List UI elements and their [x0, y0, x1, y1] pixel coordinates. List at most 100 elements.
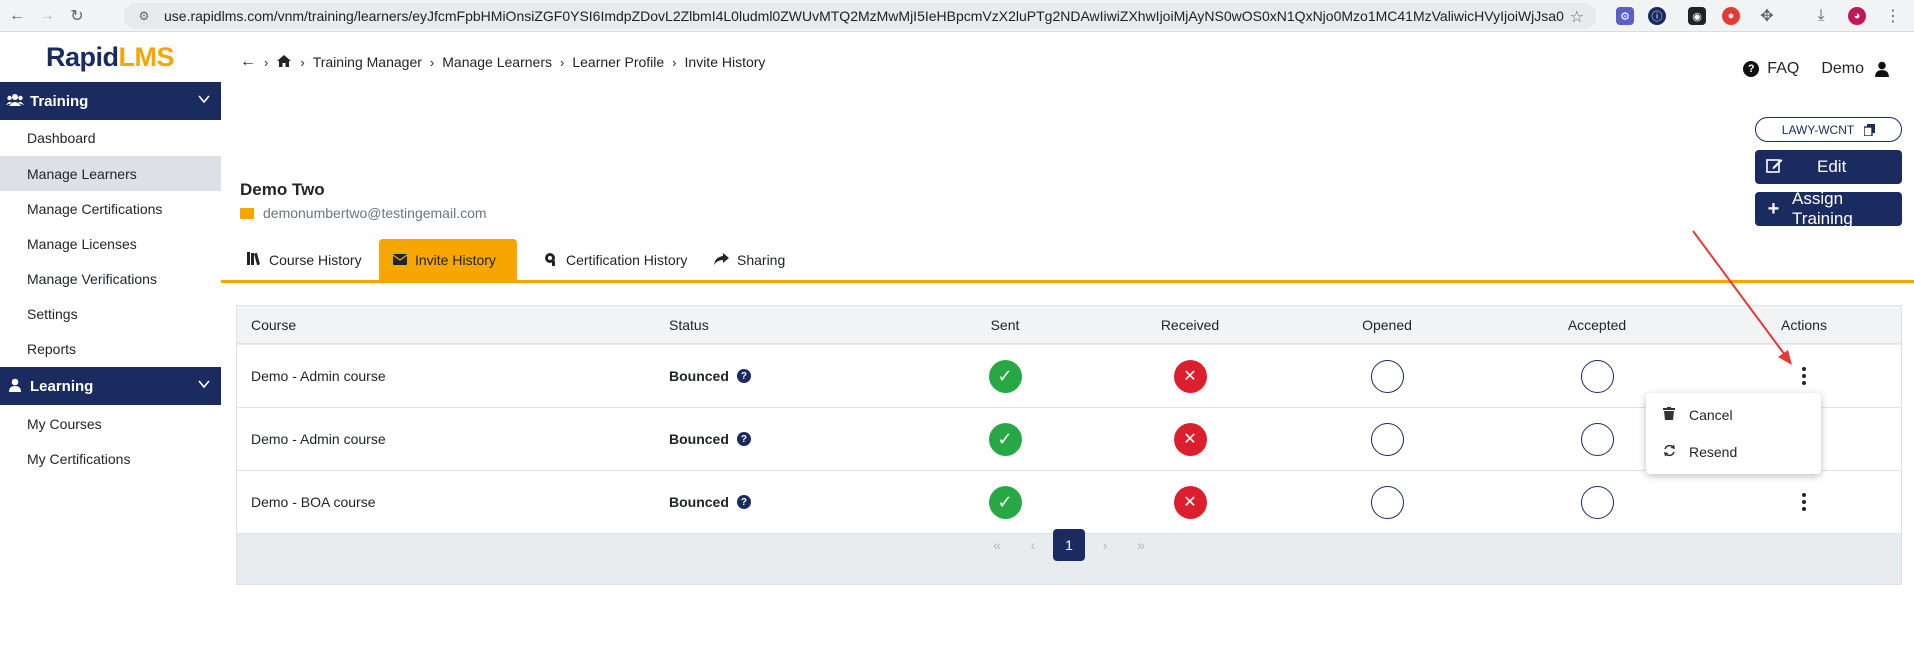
reload-icon[interactable]: ↻: [64, 3, 90, 29]
sidebar-section-training[interactable]: Training: [0, 82, 221, 120]
column-header-course: Course: [251, 316, 297, 333]
learner-code: LAWY-WCNT: [1781, 122, 1855, 137]
user-icon[interactable]: [1874, 61, 1890, 77]
status-cell: Bounced ?: [669, 345, 751, 407]
books-icon: [247, 252, 261, 268]
extension-icon[interactable]: ●: [1722, 7, 1740, 25]
profile-avatar[interactable]: ◕: [1848, 7, 1866, 25]
x-circle-icon: ✕: [1173, 422, 1207, 456]
sidebar-item-my-courses[interactable]: My Courses: [0, 406, 221, 441]
course-name: Demo - Admin course: [251, 368, 386, 384]
forward-icon[interactable]: →: [34, 3, 60, 29]
check-circle-icon: ✓: [988, 422, 1022, 456]
first-page-button[interactable]: «: [981, 529, 1013, 561]
column-header-opened: Opened: [1362, 316, 1412, 333]
question-icon[interactable]: ?: [1743, 61, 1760, 77]
table-header-row: Course Status Sent Received Opened Accep…: [237, 306, 1901, 344]
empty-circle-icon: [1370, 422, 1404, 456]
breadcrumb-current: Invite History: [684, 54, 766, 70]
back-arrow-icon[interactable]: ←: [240, 53, 256, 71]
column-header-actions: Actions: [1781, 316, 1827, 333]
learner-code-pill[interactable]: LAWY-WCNT: [1755, 117, 1902, 142]
users-icon: [6, 93, 24, 110]
sidebar-item-dashboard[interactable]: Dashboard: [0, 120, 221, 155]
learner-name: Demo Two: [240, 180, 325, 199]
empty-circle-icon: [1370, 359, 1404, 393]
breadcrumb-link[interactable]: Manage Learners: [442, 54, 552, 70]
tab-course-history[interactable]: Course History: [233, 239, 376, 281]
prev-page-button[interactable]: ‹: [1017, 529, 1049, 561]
edit-button[interactable]: Edit: [1755, 150, 1902, 184]
chevron-right-icon: ›: [300, 54, 305, 70]
user-menu-label[interactable]: Demo: [1821, 60, 1864, 78]
refresh-icon: [1663, 444, 1677, 460]
breadcrumb-link[interactable]: Learner Profile: [572, 54, 664, 70]
plus-icon: +: [1767, 197, 1780, 220]
envelope-icon: [392, 253, 408, 268]
cancel-menu-item[interactable]: Cancel: [1646, 397, 1821, 433]
site-info-icon[interactable]: ⚙: [136, 8, 152, 24]
chevron-right-icon: ›: [560, 54, 565, 70]
extension-icon[interactable]: ⚙: [1616, 7, 1634, 25]
back-icon[interactable]: ←: [4, 3, 30, 29]
course-name: Demo - Admin course: [251, 431, 386, 447]
profile-tabs: Course History Invite History Certificat…: [221, 239, 1914, 283]
learner-email: demonumbertwo@testingemail.com: [240, 205, 487, 221]
empty-circle-icon: [1580, 359, 1614, 393]
logo[interactable]: RapidLMS: [46, 42, 175, 73]
page-button-current[interactable]: 1: [1053, 529, 1085, 561]
edit-icon: [1765, 157, 1783, 178]
help-icon[interactable]: ?: [736, 369, 751, 383]
tab-certification-history[interactable]: Certification History: [530, 239, 701, 281]
column-header-received: Received: [1160, 316, 1220, 333]
envelope-icon: [240, 207, 254, 219]
assign-training-label: Assign Training: [1792, 189, 1853, 228]
column-header-sent: Sent: [990, 316, 1020, 333]
chevron-down-icon[interactable]: [197, 377, 211, 391]
url-text[interactable]: use.rapidlms.com/vnm/training/learners/e…: [164, 8, 1564, 24]
help-icon[interactable]: ?: [736, 432, 751, 446]
tab-sharing[interactable]: Sharing: [700, 239, 799, 281]
bookmark-star-icon[interactable]: ☆: [1570, 7, 1584, 27]
row-actions-dropdown: Cancel Resend: [1646, 393, 1821, 474]
share-icon: [714, 252, 729, 268]
certificate-icon: [544, 252, 558, 269]
breadcrumb-link[interactable]: Training Manager: [313, 54, 422, 70]
sidebar: RapidLMS Training Dashboard Manage Learn…: [0, 32, 221, 646]
sidebar-item-manage-licenses[interactable]: Manage Licenses: [0, 226, 221, 261]
sidebar-item-my-certifications[interactable]: My Certifications: [0, 441, 221, 476]
check-circle-icon: ✓: [988, 359, 1022, 393]
puzzle-icon[interactable]: ✥: [1758, 7, 1776, 25]
faq-link[interactable]: FAQ: [1767, 60, 1799, 78]
home-icon[interactable]: [276, 54, 292, 71]
next-page-button[interactable]: ›: [1089, 529, 1121, 561]
last-page-button[interactable]: »: [1125, 529, 1157, 561]
kebab-menu-icon[interactable]: [1801, 367, 1807, 385]
column-header-status: Status: [669, 316, 709, 333]
user-icon: [6, 378, 24, 395]
browser-menu-icon[interactable]: ⋮: [1884, 7, 1902, 25]
resend-menu-item[interactable]: Resend: [1646, 434, 1821, 470]
empty-circle-icon: [1580, 422, 1614, 456]
sidebar-item-manage-certifications[interactable]: Manage Certifications: [0, 191, 221, 226]
sidebar-item-settings[interactable]: Settings: [0, 296, 221, 331]
download-icon[interactable]: ⤓: [1812, 7, 1830, 25]
status-cell: Bounced ?: [669, 408, 751, 470]
sidebar-item-reports[interactable]: Reports: [0, 331, 221, 366]
sidebar-section-label: Training: [30, 92, 89, 110]
extension-icon[interactable]: ◉: [1688, 7, 1706, 25]
chevron-down-icon[interactable]: [197, 92, 211, 106]
sidebar-item-manage-verifications[interactable]: Manage Verifications: [0, 261, 221, 296]
top-right-nav: ? FAQ Demo: [1743, 60, 1890, 78]
tab-invite-history[interactable]: Invite History: [379, 239, 517, 281]
copy-icon[interactable]: [1864, 123, 1876, 136]
sidebar-section-learning[interactable]: Learning: [0, 367, 221, 405]
trash-icon: [1663, 407, 1677, 423]
breadcrumb: ← › › Training Manager › Manage Learners…: [240, 53, 765, 71]
assign-training-button[interactable]: + Assign Training: [1755, 189, 1902, 228]
sidebar-item-manage-learners[interactable]: Manage Learners: [0, 156, 221, 191]
chevron-right-icon: ›: [672, 54, 677, 70]
extension-icon[interactable]: ⓘ: [1648, 7, 1666, 25]
sidebar-section-label: Learning: [30, 377, 94, 395]
address-bar[interactable]: ⚙ use.rapidlms.com/vnm/training/learners…: [124, 3, 1596, 29]
